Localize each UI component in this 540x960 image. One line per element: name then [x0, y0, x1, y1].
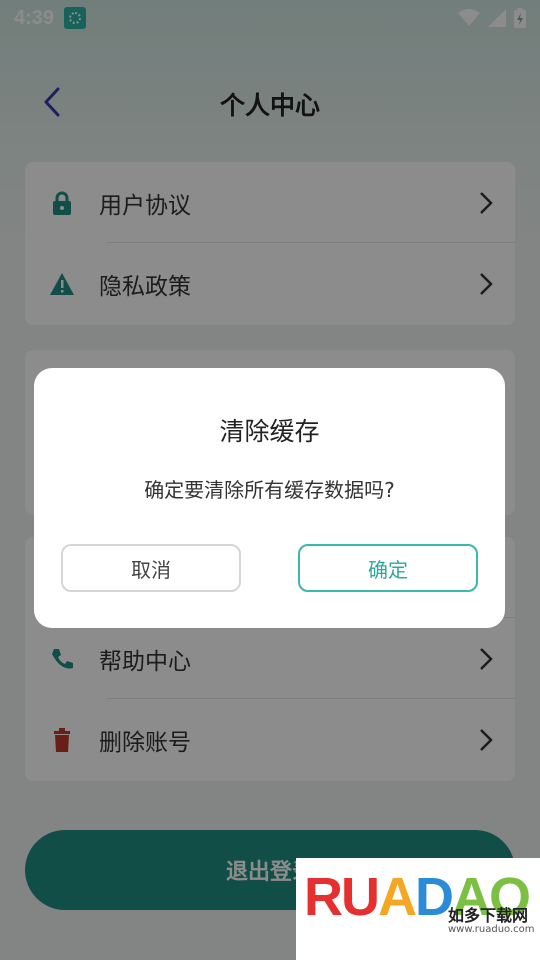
watermark-url: www.ruaduo.com: [448, 924, 535, 935]
dialog-message: 确定要清除所有缓存数据吗?: [144, 478, 395, 502]
clear-cache-dialog: 清除缓存 确定要清除所有缓存数据吗? 取消 确定: [34, 368, 505, 628]
confirm-button[interactable]: 确定: [298, 544, 478, 592]
watermark-logo: RUADAO 如多下载网 www.ruaduo.com: [296, 858, 540, 960]
dialog-title: 清除缓存: [219, 417, 320, 446]
watermark-subtitle: 如多下载网: [448, 906, 529, 925]
cancel-button[interactable]: 取消: [61, 544, 241, 592]
